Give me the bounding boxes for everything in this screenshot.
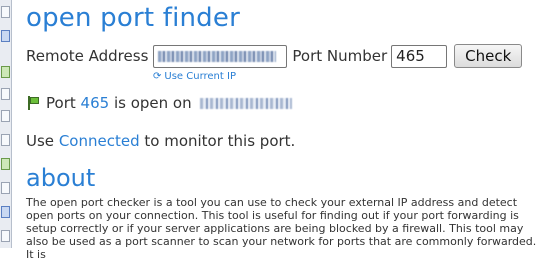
connected-link[interactable]: Connected xyxy=(59,132,140,150)
redacted-ip-value xyxy=(158,50,277,62)
port-number-label: Port Number xyxy=(292,47,388,65)
sidebar-document-icon[interactable] xyxy=(1,230,10,242)
monitor-note: Use Connected to monitor this port. xyxy=(26,132,295,150)
sidebar-check-icon[interactable] xyxy=(1,206,10,218)
remote-address-label: Remote Address xyxy=(26,47,149,65)
sidebar-strip xyxy=(0,0,12,248)
monitor-prefix: Use xyxy=(26,132,55,150)
port-result: Port 465 is open on xyxy=(26,94,292,112)
about-text: The open port checker is a tool you can … xyxy=(26,196,537,261)
about-heading: about xyxy=(26,164,96,192)
sidebar-document-icon[interactable] xyxy=(1,134,10,146)
use-current-ip-link[interactable]: ⟳ Use Current IP xyxy=(153,71,236,82)
sidebar-leaf-icon[interactable] xyxy=(1,158,10,170)
sidebar-document-icon[interactable] xyxy=(1,88,10,100)
use-current-ip-label: Use Current IP xyxy=(164,71,236,82)
check-button[interactable]: Check xyxy=(454,44,523,68)
monitor-suffix: to monitor this port. xyxy=(144,132,296,150)
result-port-link[interactable]: 465 xyxy=(81,94,110,112)
remote-address-input[interactable] xyxy=(153,44,288,68)
sidebar-leaf-icon[interactable] xyxy=(1,66,10,78)
port-check-form: Remote Address Port Number Check xyxy=(26,43,523,69)
sidebar-document-icon[interactable] xyxy=(1,110,10,122)
flag-icon xyxy=(26,96,40,110)
sidebar-file-icon[interactable] xyxy=(1,6,10,18)
result-suffix: is open on xyxy=(113,94,192,112)
port-number-input[interactable] xyxy=(391,44,448,68)
sidebar-document-icon[interactable] xyxy=(1,182,10,194)
redacted-host-value xyxy=(199,97,292,109)
page-title: open port finder xyxy=(26,3,240,33)
sidebar-check-icon[interactable] xyxy=(1,30,10,42)
refresh-icon: ⟳ xyxy=(153,71,162,82)
result-prefix: Port xyxy=(46,94,76,112)
